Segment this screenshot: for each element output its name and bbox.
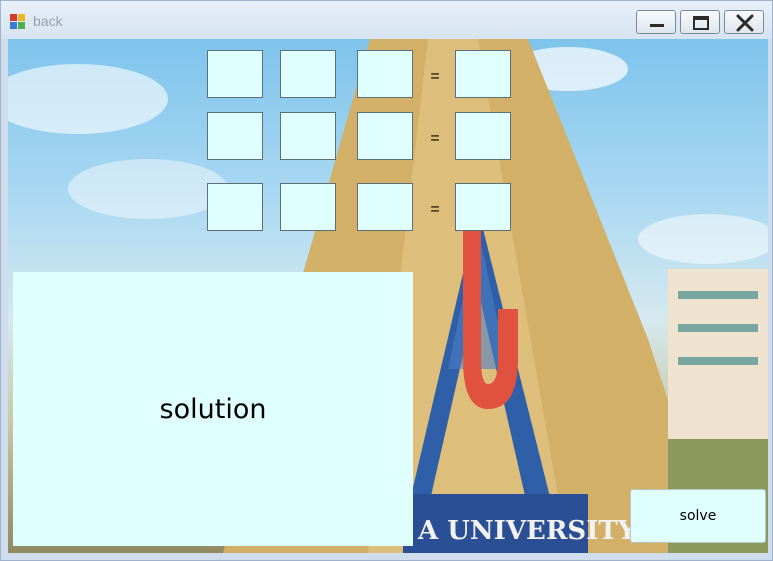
eq1-equals-sign: = — [430, 68, 440, 85]
sign-text: A UNIVERSITY — [417, 516, 637, 546]
app-icon — [10, 14, 26, 30]
eq3-result-input[interactable] — [455, 183, 511, 231]
app-window: back A UNIVERSITY = = = solution solve — [0, 0, 773, 561]
eq3-coefficient-1-input[interactable] — [207, 183, 263, 231]
minimize-icon — [650, 24, 664, 27]
form-client-area: A UNIVERSITY = = = solution solve — [8, 39, 768, 553]
eq2-coefficient-1-input[interactable] — [207, 112, 263, 160]
title-bar[interactable]: back — [1, 1, 772, 39]
eq3-coefficient-3-input[interactable] — [357, 183, 413, 231]
eq1-result-input[interactable] — [455, 50, 511, 98]
close-button[interactable] — [724, 10, 764, 34]
maximize-button[interactable] — [680, 10, 720, 34]
minimize-button[interactable] — [636, 10, 676, 34]
eq3-coefficient-2-input[interactable] — [280, 183, 336, 231]
eq2-equals-sign: = — [430, 130, 440, 147]
solution-label: solution — [159, 393, 267, 425]
solution-panel: solution — [13, 272, 413, 546]
eq3-equals-sign: = — [430, 201, 440, 218]
eq1-coefficient-2-input[interactable] — [280, 50, 336, 98]
close-icon — [736, 14, 754, 32]
eq1-coefficient-3-input[interactable] — [357, 50, 413, 98]
window-title: back — [33, 13, 63, 29]
eq1-coefficient-1-input[interactable] — [207, 50, 263, 98]
maximize-icon — [693, 16, 709, 30]
eq2-result-input[interactable] — [455, 112, 511, 160]
eq2-coefficient-3-input[interactable] — [357, 112, 413, 160]
solve-button[interactable]: solve — [630, 489, 766, 543]
eq2-coefficient-2-input[interactable] — [280, 112, 336, 160]
